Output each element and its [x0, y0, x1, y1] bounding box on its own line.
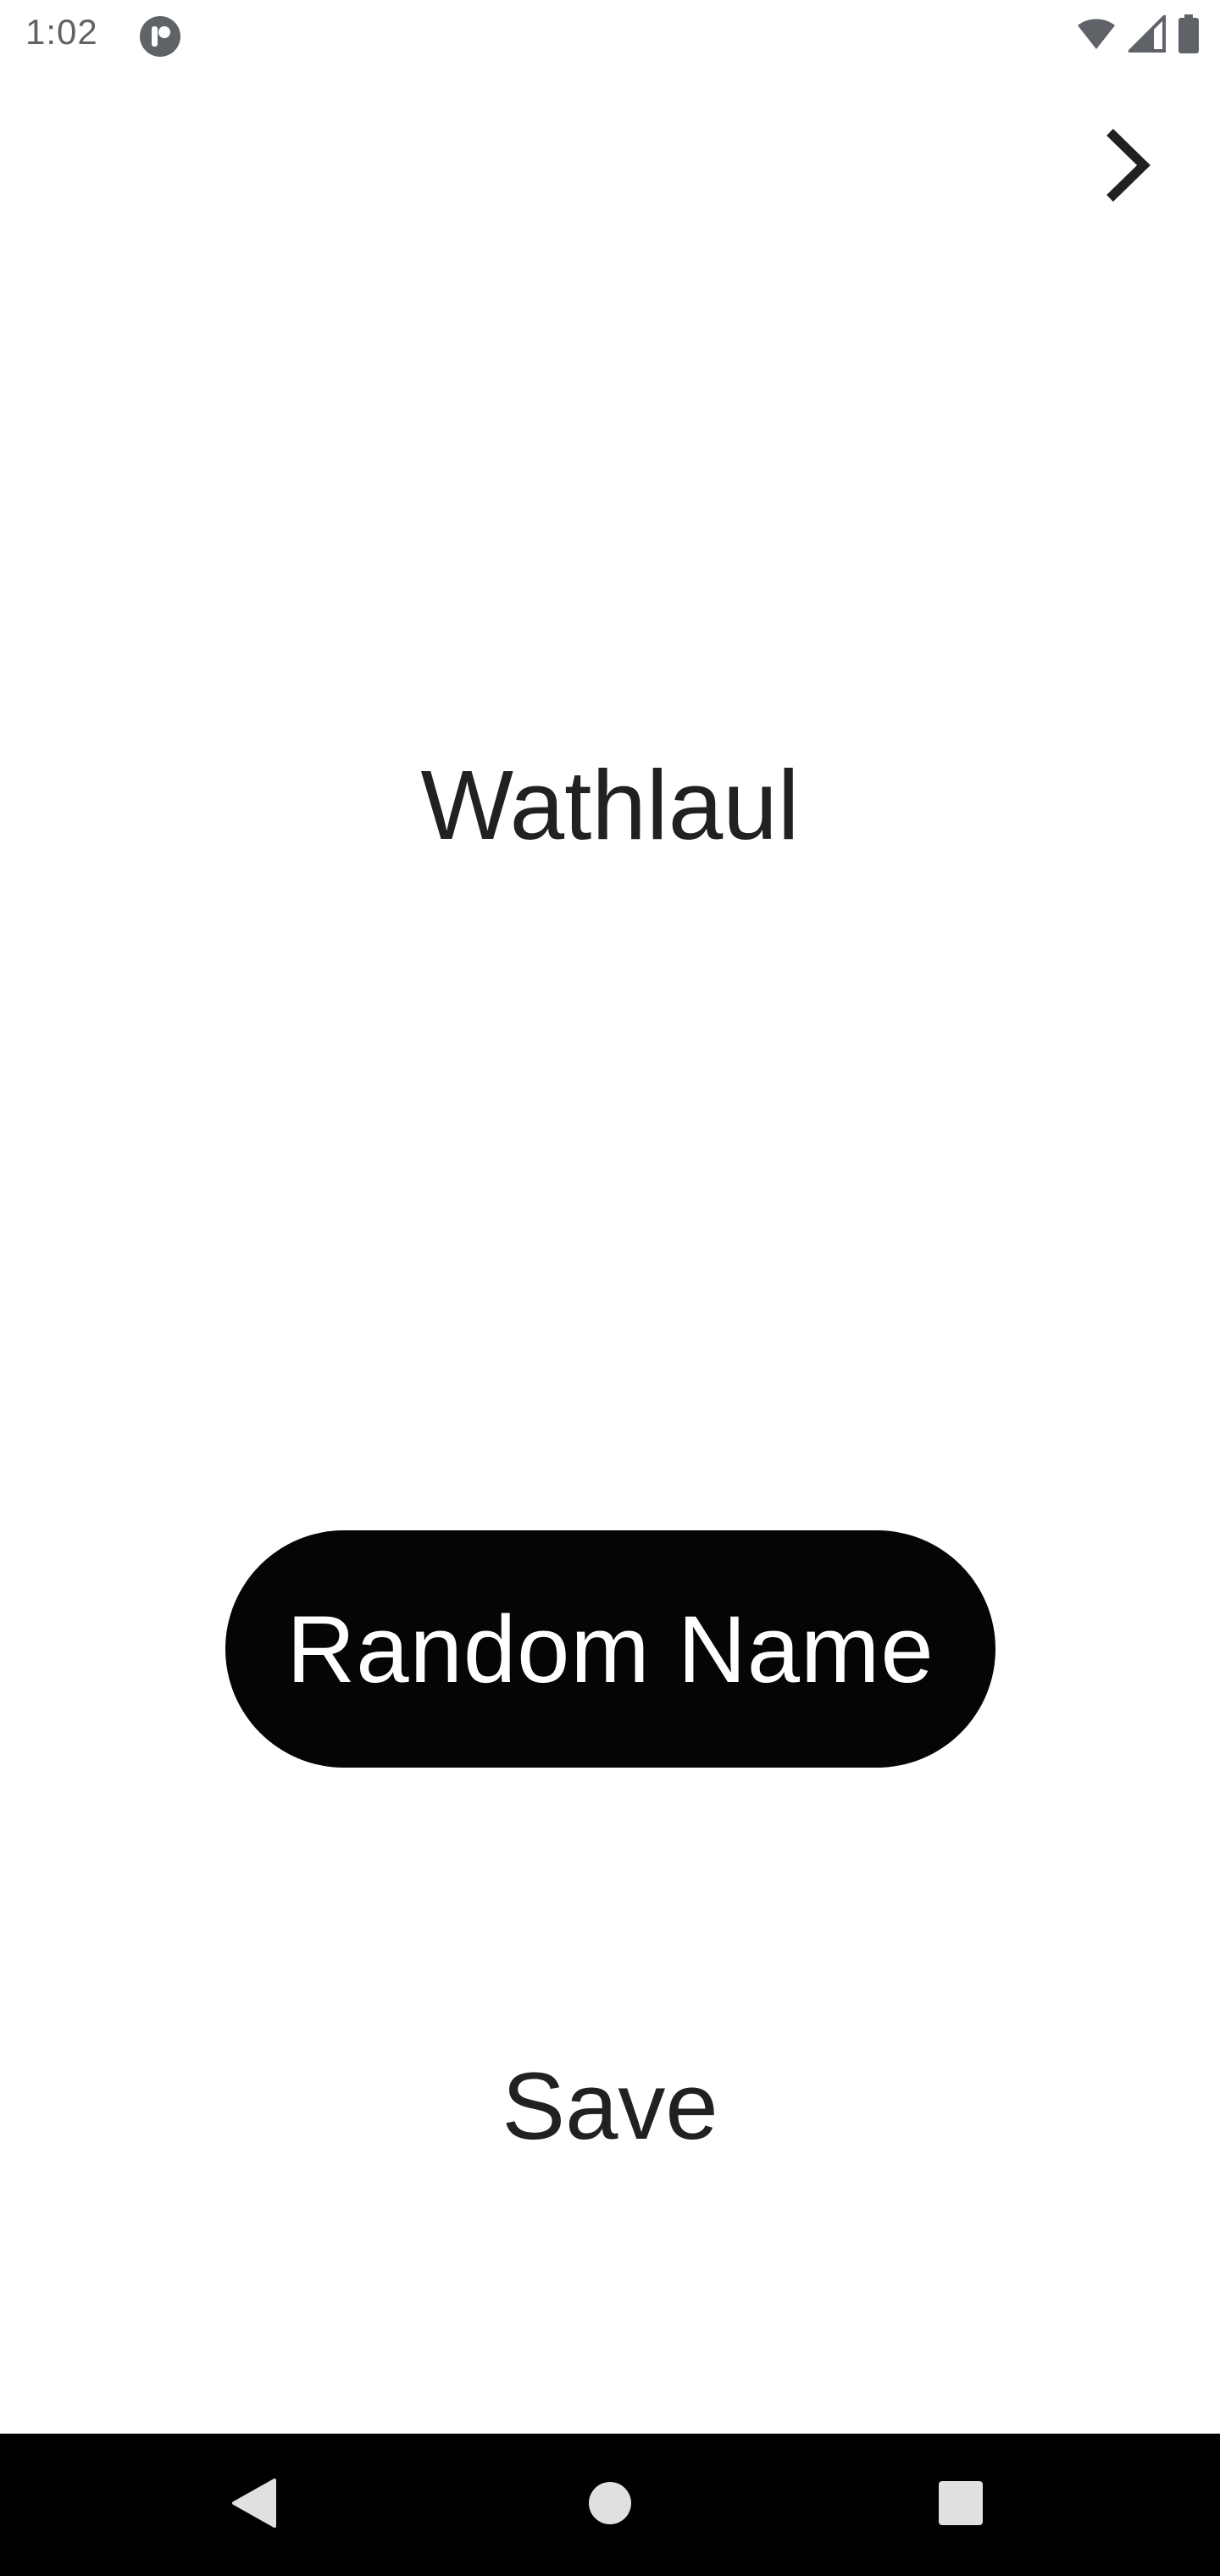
- generated-name-text: Wathlaul: [420, 750, 800, 860]
- back-icon: [230, 2477, 278, 2534]
- navigation-bar: [0, 2434, 1220, 2576]
- recents-icon: [938, 2480, 984, 2530]
- nav-back-button[interactable]: [169, 2434, 339, 2576]
- chevron-right-icon: [1100, 127, 1154, 208]
- random-name-button[interactable]: Random Name: [225, 1530, 995, 1768]
- cellular-signal-icon: [1126, 12, 1166, 57]
- app-notification-icon: [139, 15, 181, 58]
- status-icons: [1076, 12, 1200, 58]
- wifi-icon: [1076, 17, 1117, 55]
- nav-recents-button[interactable]: [876, 2434, 1045, 2576]
- status-time: 1:02: [25, 12, 98, 52]
- battery-icon: [1178, 14, 1200, 58]
- next-button[interactable]: [1093, 123, 1161, 211]
- status-bar: 1:02: [0, 0, 1220, 71]
- home-icon: [587, 2480, 633, 2530]
- nav-home-button[interactable]: [525, 2434, 695, 2576]
- save-button[interactable]: Save: [441, 2042, 779, 2169]
